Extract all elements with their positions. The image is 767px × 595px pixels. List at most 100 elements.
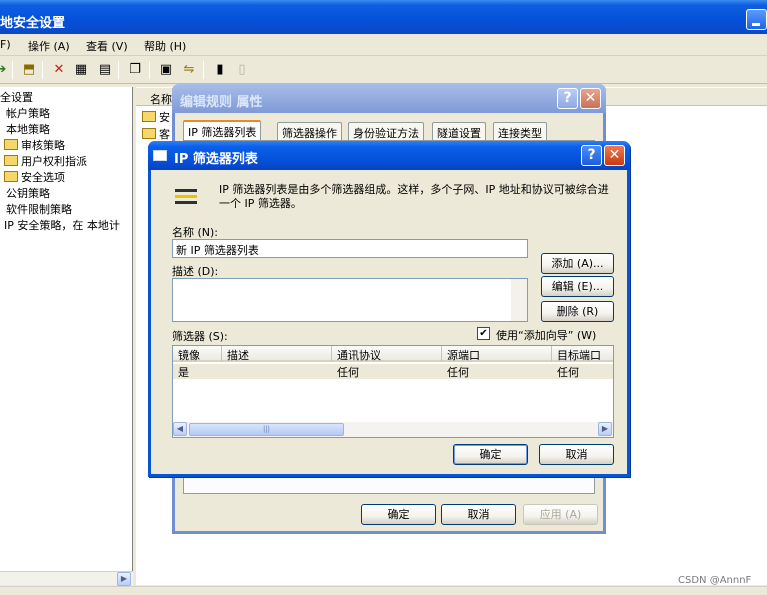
- folder-icon: [4, 171, 18, 182]
- help-button[interactable]: ?: [557, 88, 578, 109]
- column-mirror-header[interactable]: 镜像: [173, 346, 222, 362]
- table-row[interactable]: 是 任何 任何 任何: [173, 364, 613, 379]
- list-item[interactable]: 安: [142, 109, 170, 125]
- tree-item-label: 帐户策略: [6, 107, 50, 120]
- tree-item-label: 本地策略: [6, 123, 50, 136]
- toolbar-separator: [203, 61, 204, 79]
- rule-cancel-button[interactable]: 取消: [441, 504, 516, 525]
- name-label: 名称 (N):: [172, 226, 219, 239]
- scroll-left-icon[interactable]: ◀: [173, 422, 187, 436]
- assign-policy-icon[interactable]: ▮: [211, 61, 229, 79]
- cell-protocol: 任何: [337, 366, 359, 379]
- ip-filter-list-title: IP 筛选器列表: [174, 152, 258, 167]
- toolbar-separator: [118, 61, 119, 79]
- export-list-icon[interactable]: ▤: [96, 61, 114, 79]
- folder-icon: [4, 139, 18, 150]
- cancel-button[interactable]: 取消: [539, 444, 614, 465]
- tree-item-label: 审核策略: [21, 139, 65, 152]
- column-description-header[interactable]: 描述: [222, 346, 332, 362]
- menu-action[interactable]: 操作 (A): [28, 38, 70, 54]
- tree-item-software-restriction[interactable]: 软件限制策略: [6, 201, 72, 217]
- column-protocol-header[interactable]: 通讯协议: [332, 346, 442, 362]
- tree-horizontal-scrollbar[interactable]: ▶: [0, 571, 133, 586]
- minimize-button[interactable]: [746, 9, 767, 30]
- column-name-header[interactable]: 名称: [150, 91, 172, 107]
- forward-icon[interactable]: ➔: [0, 61, 10, 79]
- window-icon: [153, 150, 167, 161]
- tree-item-label: 公钥策略: [6, 187, 50, 200]
- toolbar-separator: [149, 61, 150, 79]
- scroll-right-icon[interactable]: ▶: [598, 422, 612, 436]
- menu-view[interactable]: 查看 (V): [86, 38, 128, 54]
- folder-icon: [4, 155, 18, 166]
- tree-item-local-policies[interactable]: 本地策略: [6, 121, 50, 137]
- tree-item-label: 全设置: [0, 91, 33, 104]
- rule-apply-button[interactable]: 应用 (A): [523, 504, 598, 525]
- tree-item-account-policies[interactable]: 帐户策略: [6, 105, 50, 121]
- tree-item-label: 用户权利指派: [21, 155, 87, 168]
- tree-item-audit-policy[interactable]: 审核策略: [4, 137, 65, 153]
- scroll-right-icon[interactable]: ▶: [117, 572, 131, 586]
- tab-filter-action[interactable]: 筛选器操作: [277, 122, 342, 140]
- filters-horizontal-scrollbar[interactable]: ◀ ||| ▶: [173, 422, 613, 437]
- edit-button[interactable]: 编辑 (E)...: [541, 276, 614, 297]
- list-item[interactable]: 客: [142, 126, 170, 142]
- tab-authentication[interactable]: 身份验证方法: [348, 122, 424, 140]
- tab-tunnel-settings[interactable]: 隧道设置: [432, 122, 486, 140]
- help-icon[interactable]: ❐: [126, 61, 144, 79]
- description-scrollbar[interactable]: [511, 279, 527, 321]
- watermark: CSDN @AnnnF: [678, 575, 752, 586]
- description-label: 描述 (D):: [172, 265, 219, 278]
- description-field[interactable]: [172, 278, 528, 322]
- tab-ip-filter-list[interactable]: IP 筛选器列表: [183, 120, 262, 141]
- menu-help[interactable]: 帮助 (H): [144, 38, 186, 54]
- new-policy-icon[interactable]: ▣: [157, 61, 175, 79]
- column-destination-port-header[interactable]: 目标端口: [552, 346, 613, 362]
- ip-filter-list-dialog: IP 筛选器列表 ? ✕ IP 筛选器列表是由多个筛选器组成。这样，多个子网、I…: [148, 141, 630, 477]
- ip-filter-list-titlebar: IP 筛选器列表 ? ✕: [148, 141, 630, 170]
- filters-list: 镜像 描述 通讯协议 源端口 目标端口 是 任何 任何 任何 ◀ ||| ▶: [172, 345, 614, 438]
- use-wizard-label: 使用“添加向导” (W): [496, 329, 597, 342]
- manage-filters-icon[interactable]: ⇋: [180, 61, 198, 79]
- tree-item-security-settings[interactable]: 全设置: [0, 89, 33, 105]
- add-button[interactable]: 添加 (A)...: [541, 253, 614, 274]
- tree-item-public-key-policies[interactable]: 公钥策略: [6, 185, 50, 201]
- toolbar-separator: [12, 61, 13, 79]
- list-item-label: 安: [159, 111, 170, 124]
- filter-list-icon: [175, 186, 197, 212]
- policy-icon: [142, 128, 156, 139]
- cell-mirror: 是: [178, 366, 189, 379]
- scroll-thumb[interactable]: |||: [189, 423, 344, 436]
- tree-pane: 全设置 帐户策略 本地策略 审核策略 用户权利指派 安全选项 公钥策略 软件限制…: [0, 87, 133, 571]
- unassign-policy-icon[interactable]: ▯: [233, 61, 251, 79]
- delete-icon[interactable]: ✕: [50, 61, 68, 79]
- column-source-port-header[interactable]: 源端口: [442, 346, 552, 362]
- tab-connection-type[interactable]: 连接类型: [493, 122, 547, 140]
- close-button[interactable]: ✕: [580, 88, 601, 109]
- rule-ok-button[interactable]: 确定: [361, 504, 436, 525]
- up-folder-icon[interactable]: ⬒: [20, 61, 38, 79]
- help-button[interactable]: ?: [581, 145, 602, 166]
- filters-list-header: 镜像 描述 通讯协议 源端口 目标端口: [173, 346, 613, 362]
- ok-button[interactable]: 确定: [453, 444, 528, 465]
- policy-icon: [142, 111, 156, 122]
- tree-item-label: 安全选项: [21, 171, 65, 184]
- tree-item-ip-security[interactable]: IP 安全策略，在 本地计: [4, 217, 120, 233]
- name-field[interactable]: 新 IP 筛选器列表: [172, 239, 528, 258]
- checkmark-icon: ✔: [479, 328, 488, 339]
- properties-icon[interactable]: ▦: [72, 61, 90, 79]
- close-button[interactable]: ✕: [604, 145, 625, 166]
- list-item-label: 客: [159, 128, 170, 141]
- cell-source-port: 任何: [447, 366, 469, 379]
- menu-bar: F) 操作 (A) 查看 (V) 帮助 (H): [0, 34, 767, 56]
- toolbar: ➔ ⬒ ✕ ▦ ▤ ❐ ▣ ⇋ ▮ ▯: [0, 57, 767, 84]
- remove-button[interactable]: 删除 (R): [541, 301, 614, 322]
- use-wizard-checkbox[interactable]: ✔: [477, 327, 490, 340]
- tree-item-label: 软件限制策略: [6, 203, 72, 216]
- tree-item-label: IP 安全策略，在 本地计: [4, 219, 120, 232]
- menu-file[interactable]: F): [0, 38, 11, 51]
- edit-rule-title: 编辑规则 属性: [180, 95, 263, 110]
- filters-label: 筛选器 (S):: [172, 330, 228, 343]
- tree-item-security-options[interactable]: 安全选项: [4, 169, 65, 185]
- tree-item-user-rights[interactable]: 用户权利指派: [4, 153, 87, 169]
